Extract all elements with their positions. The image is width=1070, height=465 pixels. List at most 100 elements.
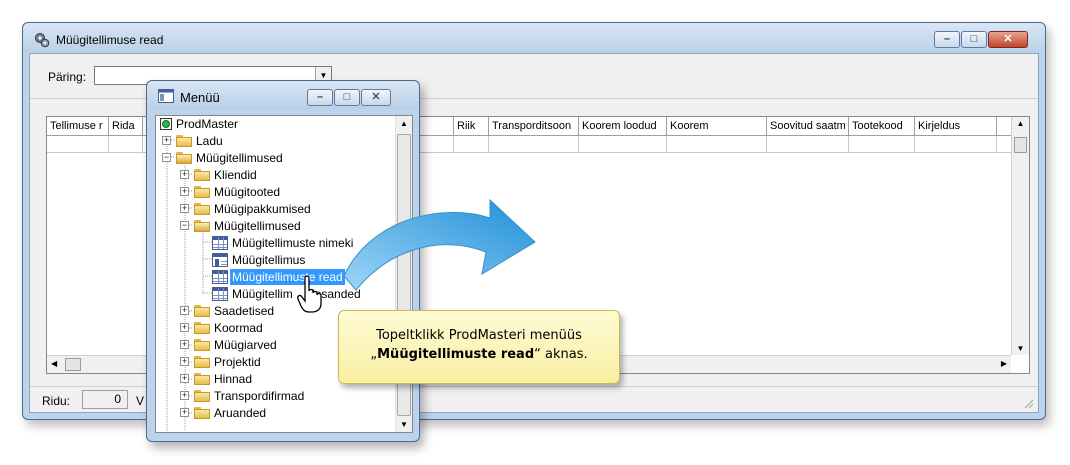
- maximize-button[interactable]: □: [961, 31, 987, 48]
- expand-icon[interactable]: +: [180, 187, 189, 196]
- menu-window-controls: – □ ✕: [307, 89, 391, 106]
- tree-item-label: Müügitellimused: [214, 219, 301, 233]
- column-header[interactable]: Koorem: [667, 117, 767, 136]
- window-controls: – □ ✕: [934, 31, 1028, 48]
- folder-icon: [194, 203, 210, 215]
- tree-item-label: ProdMaster: [176, 117, 239, 131]
- folder-icon: [194, 390, 210, 402]
- column-header[interactable]: Transporditsoon: [489, 117, 579, 136]
- expand-icon[interactable]: +: [180, 391, 189, 400]
- hand-cursor-icon: [297, 275, 322, 313]
- scroll-down-icon[interactable]: ▼: [396, 420, 412, 429]
- menu-minimize-button[interactable]: –: [307, 89, 333, 106]
- expand-icon[interactable]: +: [180, 357, 189, 366]
- folder-icon: [194, 407, 210, 419]
- scroll-up-icon[interactable]: ▲: [396, 119, 412, 128]
- tree-item-label: Müügiarved: [214, 338, 277, 352]
- collapse-icon[interactable]: −: [180, 221, 189, 230]
- scroll-right-icon[interactable]: ▶: [1001, 359, 1007, 368]
- close-button[interactable]: ✕: [988, 31, 1028, 48]
- maximize-icon: □: [343, 91, 351, 103]
- window-icon: [158, 89, 174, 103]
- table-cell[interactable]: [767, 136, 849, 153]
- column-header[interactable]: Rida: [109, 117, 143, 136]
- column-header[interactable]: Riik: [453, 117, 489, 136]
- scroll-up-icon[interactable]: ▲: [1012, 119, 1029, 128]
- expand-icon[interactable]: +: [180, 170, 189, 179]
- folder-open-icon: [194, 220, 210, 232]
- column-header[interactable]: Kirjeldus: [915, 117, 997, 136]
- root-icon: [160, 118, 172, 130]
- folder-icon: [194, 322, 210, 334]
- tree-item-label: Müügipakkumised: [214, 202, 311, 216]
- close-icon: ✕: [371, 91, 381, 103]
- tree-item-label: Müügitellimus: [232, 253, 306, 267]
- column-header[interactable]: Soovitud saatm: [767, 117, 849, 136]
- callout-line1: Topeltklikk ProdMasteri menüüs: [376, 328, 582, 343]
- main-title-bar[interactable]: Müügitellimuse read – □ ✕: [23, 23, 1045, 53]
- expand-icon[interactable]: +: [180, 374, 189, 383]
- table-cell[interactable]: [915, 136, 997, 153]
- table-icon: [212, 270, 228, 284]
- menu-close-button[interactable]: ✕: [361, 89, 391, 106]
- close-icon: ✕: [1003, 33, 1013, 45]
- folder-icon: [176, 135, 192, 147]
- scroll-left-icon[interactable]: ◀: [51, 359, 57, 368]
- table-cell[interactable]: [109, 136, 143, 153]
- expand-icon[interactable]: +: [180, 408, 189, 417]
- tree-item-label: Saadetised: [214, 304, 275, 318]
- expand-icon[interactable]: +: [180, 340, 189, 349]
- menu-title-bar[interactable]: Menüü – □ ✕: [147, 81, 419, 109]
- folder-icon: [194, 186, 210, 198]
- expand-icon[interactable]: +: [180, 306, 189, 315]
- folder-icon: [194, 373, 210, 385]
- table-cell[interactable]: [489, 136, 579, 153]
- collapse-icon[interactable]: −: [162, 153, 171, 162]
- menu-window-title: Menüü: [180, 90, 220, 105]
- vertical-scrollbar[interactable]: ▲ ▼: [1011, 117, 1029, 355]
- tree-item-label: Hinnad: [214, 372, 253, 386]
- form-icon: [212, 253, 228, 267]
- scroll-thumb[interactable]: [65, 358, 81, 371]
- tree-item-label: Aruanded: [214, 406, 267, 420]
- folder-icon: [194, 305, 210, 317]
- query-label: Päring:: [48, 70, 87, 84]
- menu-maximize-button[interactable]: □: [334, 89, 360, 106]
- minimize-button[interactable]: –: [934, 31, 960, 48]
- table-icon: [212, 287, 228, 301]
- tree-item-label: Ladu: [196, 134, 223, 148]
- selected-tree-item-label: Müügitellimuste read: [229, 268, 346, 286]
- maximize-icon: □: [970, 33, 978, 45]
- rows-label: Ridu:: [42, 394, 71, 408]
- tree-item-label: Koormad: [214, 321, 263, 335]
- table-cell[interactable]: [47, 136, 109, 153]
- main-window-title: Müügitellimuse read: [56, 33, 164, 47]
- curved-arrow-icon: [343, 198, 536, 291]
- table-icon: [212, 236, 228, 250]
- resize-grip-icon[interactable]: [1022, 397, 1034, 409]
- callout-line2: „Müügitellimuste read“ aknas.: [339, 345, 619, 364]
- column-header[interactable]: Tootekood: [849, 117, 915, 136]
- rows-count: 0: [82, 390, 128, 409]
- column-header[interactable]: Koorem loodud: [579, 117, 667, 136]
- column-header[interactable]: Tellimuse r: [47, 117, 109, 136]
- gears-icon: [35, 33, 50, 48]
- folder-open-icon: [176, 152, 192, 164]
- expand-icon[interactable]: +: [180, 204, 189, 213]
- scroll-down-icon[interactable]: ▼: [1012, 344, 1029, 353]
- callout-quote-close: “ aknas.: [534, 347, 588, 362]
- table-cell[interactable]: [667, 136, 767, 153]
- table-cell[interactable]: [579, 136, 667, 153]
- folder-icon: [194, 356, 210, 368]
- expand-icon[interactable]: +: [162, 136, 171, 145]
- tree-item-label: Müügitooted: [214, 185, 281, 199]
- table-cell[interactable]: [453, 136, 489, 153]
- folder-icon: [194, 339, 210, 351]
- table-cell[interactable]: [849, 136, 915, 153]
- tree-item-label: Müügitellimused: [196, 151, 283, 165]
- status-extra: V: [136, 394, 145, 408]
- scroll-thumb[interactable]: [1014, 137, 1027, 153]
- folder-icon: [194, 169, 210, 181]
- minimize-icon: –: [943, 33, 951, 45]
- expand-icon[interactable]: +: [180, 323, 189, 332]
